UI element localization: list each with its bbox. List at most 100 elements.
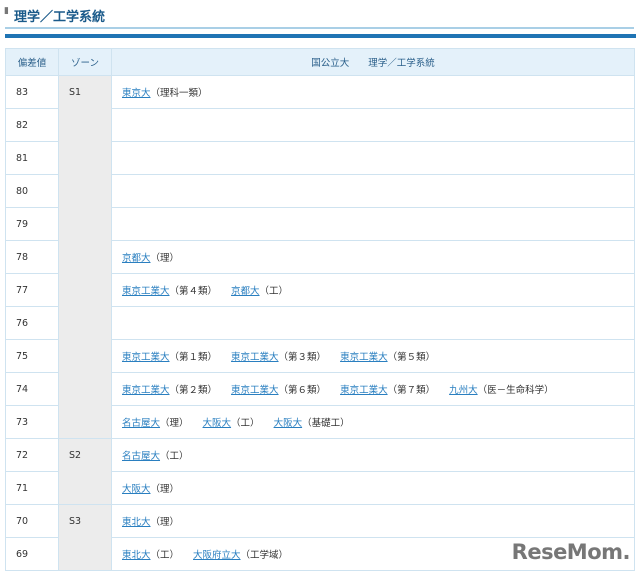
- university-entry: 東京工業大（第７類）: [340, 385, 435, 396]
- faculty-note: （理）: [160, 418, 189, 429]
- faculty-note: （工）: [160, 451, 189, 462]
- hensachi-cell: 69: [5, 537, 59, 571]
- university-entry: 九州大（医－生命科学）: [449, 385, 554, 396]
- university-link[interactable]: 名古屋大: [122, 451, 160, 462]
- faculty-note: （第６類）: [278, 385, 327, 396]
- table-row: 83 S1 東京大（理科一類）: [5, 75, 635, 439]
- hensachi-cell: 72: [5, 438, 59, 472]
- faculty-note: （工）: [231, 418, 260, 429]
- university-cell: [111, 174, 635, 208]
- faculty-note: （工）: [150, 550, 180, 561]
- university-link[interactable]: 東京工業大: [340, 385, 388, 396]
- university-link[interactable]: 名古屋大: [122, 418, 160, 429]
- university-entry: 東京工業大（第６類）: [231, 385, 326, 396]
- university-entry: 大阪府立大（工学域）: [193, 550, 288, 561]
- university-link[interactable]: 大阪大: [122, 484, 151, 495]
- university-link[interactable]: 東北大: [122, 550, 151, 561]
- section-title-text: 理学／工学系統: [13, 10, 105, 25]
- university-entry: 東京工業大（第１類）: [122, 352, 217, 363]
- faculty-note: （第２類）: [169, 385, 218, 396]
- faculty-note: （第５類）: [387, 352, 436, 363]
- university-entry: 東北大（工）: [122, 550, 179, 561]
- faculty-note: （理）: [150, 484, 180, 495]
- university-entry: 東京工業大（第５類）: [340, 352, 435, 363]
- marker-icon: ▮: [4, 6, 9, 16]
- university-link[interactable]: 東京工業大: [122, 385, 170, 396]
- university-link[interactable]: 京都大: [231, 286, 260, 297]
- university-link[interactable]: 東京大: [122, 88, 151, 99]
- hensachi-cell: 71: [5, 471, 59, 505]
- university-entry: 東京工業大（第２類）: [122, 385, 217, 396]
- hensachi-cell: 76: [5, 306, 59, 340]
- university-entry: 京都大（理）: [122, 253, 179, 264]
- hensachi-table: 偏差値 ゾーン 国公立大 理学／工学系統 83 S1 東京大（理科一類） 82 81 80…: [5, 48, 635, 571]
- hensachi-cell: 74: [5, 372, 59, 406]
- university-cell: 名古屋大（理） 大阪大（工） 大阪大（基礎工）: [111, 405, 635, 439]
- hensachi-cell: 75: [5, 339, 59, 373]
- university-link[interactable]: 大阪大: [203, 418, 232, 429]
- hensachi-cell: 82: [5, 108, 59, 142]
- university-entry: 名古屋大（理）: [122, 418, 189, 429]
- zone-cell: S2: [58, 438, 112, 505]
- faculty-note: （第４類）: [169, 286, 218, 297]
- university-link[interactable]: 東京工業大: [122, 286, 170, 297]
- university-link[interactable]: 東京工業大: [231, 385, 279, 396]
- hensachi-cell: 78: [5, 240, 59, 274]
- university-link[interactable]: 東京工業大: [231, 352, 279, 363]
- hensachi-cell: 79: [5, 207, 59, 241]
- table-row: 72 S2 名古屋大（工）: [5, 438, 635, 505]
- zone-cell: S1: [58, 75, 112, 439]
- university-cell: 東京大（理科一類）: [111, 75, 635, 109]
- university-cell: 東北大（理）: [111, 504, 635, 538]
- divider-dark: [5, 34, 636, 38]
- university-entry: 大阪大（基礎工）: [274, 418, 350, 429]
- table-header: 偏差値 ゾーン 国公立大 理学／工学系統: [5, 48, 635, 76]
- university-entry: 京都大（工）: [231, 286, 288, 297]
- university-cell: [111, 207, 635, 241]
- university-link[interactable]: 京都大: [122, 253, 151, 264]
- faculty-note: （第１類）: [169, 352, 218, 363]
- hensachi-cell: 81: [5, 141, 59, 175]
- hensachi-cell: 80: [5, 174, 59, 208]
- university-entry: 名古屋大（工）: [122, 451, 189, 462]
- faculty-note: （第７類）: [387, 385, 436, 396]
- university-entry: 東京工業大（第４類）: [122, 286, 217, 297]
- header-category: 国公立大 理学／工学系統: [111, 48, 635, 76]
- divider-light: [5, 27, 634, 29]
- university-cell: 京都大（理）: [111, 240, 635, 274]
- resemom-logo: ReseMom.: [511, 540, 631, 564]
- faculty-note: （工）: [259, 286, 289, 297]
- university-entry: 東京大（理科一類）: [122, 88, 208, 99]
- university-cell: [111, 306, 635, 340]
- hensachi-cell: 73: [5, 405, 59, 439]
- header-zone: ゾーン: [58, 48, 112, 76]
- header-hensachi: 偏差値: [5, 48, 59, 76]
- university-entry: 東北大（理）: [122, 517, 179, 528]
- faculty-note: （工学域）: [240, 550, 289, 561]
- university-cell: [111, 141, 635, 175]
- university-cell: 東京工業大（第２類） 東京工業大（第６類） 東京工業大（第７類） 九州大（医－生命科学…: [111, 372, 635, 406]
- university-cell: 大阪大（理）: [111, 471, 635, 505]
- faculty-note: （第３類）: [278, 352, 327, 363]
- hensachi-cell: 83: [5, 75, 59, 109]
- faculty-note: （理）: [150, 517, 180, 528]
- faculty-note: （理）: [150, 253, 180, 264]
- section-title: ▮ 理学／工学系統: [4, 6, 105, 25]
- university-cell: 東京工業大（第４類） 京都大（工）: [111, 273, 635, 307]
- university-entry: 大阪大（理）: [122, 484, 179, 495]
- university-link[interactable]: 東北大: [122, 517, 151, 528]
- university-cell: [111, 108, 635, 142]
- faculty-note: （基礎工）: [302, 418, 350, 429]
- university-link[interactable]: 東京工業大: [340, 352, 388, 363]
- university-cell: 名古屋大（工）: [111, 438, 635, 472]
- table-row: 70 S3 東北大（理）: [5, 504, 635, 571]
- university-link[interactable]: 九州大: [449, 385, 478, 396]
- faculty-note: （理科一類）: [150, 88, 208, 99]
- university-link[interactable]: 大阪府立大: [193, 550, 241, 561]
- university-entry: 大阪大（工）: [203, 418, 260, 429]
- faculty-note: （医－生命科学）: [477, 385, 554, 396]
- zone-cell: S3: [58, 504, 112, 571]
- university-link[interactable]: 東京工業大: [122, 352, 170, 363]
- university-link[interactable]: 大阪大: [274, 418, 303, 429]
- hensachi-cell: 77: [5, 273, 59, 307]
